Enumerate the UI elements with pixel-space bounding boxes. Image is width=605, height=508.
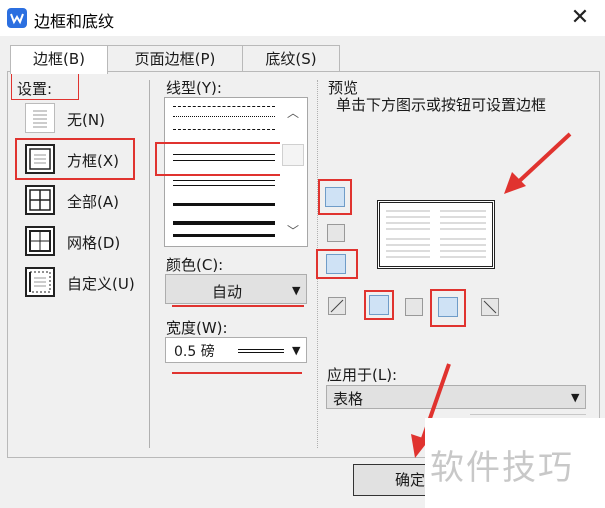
width-select[interactable]: 0.5 磅 ▼: [165, 337, 307, 363]
line-style-dot[interactable]: [173, 116, 275, 117]
setting-none-label: 无(N): [67, 111, 105, 129]
setting-grid-label: 网格(D): [67, 234, 121, 252]
divider: [149, 80, 150, 448]
scroll-thumb[interactable]: [282, 144, 304, 166]
setting-box[interactable]: [25, 144, 55, 174]
line-style-thick[interactable]: [173, 203, 275, 206]
setting-all[interactable]: [25, 185, 55, 215]
apply-to-label: 应用于(L):: [327, 366, 398, 384]
tab-shading[interactable]: 底纹(S): [242, 45, 340, 72]
setting-grid-icon: [25, 226, 55, 256]
style-scrollbar[interactable]: ︿ ﹀: [280, 98, 305, 244]
window-title: 边框和底纹: [34, 12, 115, 31]
color-value: 自动: [212, 283, 243, 301]
setting-box-label: 方框(X): [67, 152, 119, 170]
watermark-text: 软件技巧: [430, 448, 574, 488]
line-style-thicker[interactable]: [173, 221, 275, 225]
setting-custom-icon: [25, 267, 55, 297]
setting-label-highlight: [11, 72, 79, 100]
width-sample-line: [238, 349, 284, 353]
setting-grid[interactable]: [25, 226, 55, 256]
color-label: 颜色(C):: [166, 256, 224, 274]
chevron-down-icon: ▼: [292, 344, 301, 357]
left-border-button[interactable]: [369, 295, 389, 315]
setting-none-icon: [25, 103, 55, 133]
width-label: 宽度(W):: [166, 319, 228, 337]
line-style-dash-dot[interactable]: [173, 129, 275, 130]
line-style-thickest[interactable]: [173, 234, 275, 237]
line-style-dash[interactable]: [173, 106, 275, 107]
style-label: 线型(Y):: [166, 79, 222, 97]
close-icon[interactable]: ✕: [567, 5, 593, 31]
setting-none[interactable]: [25, 103, 55, 133]
width-underline-highlight: [172, 372, 302, 374]
setting-box-icon: [25, 144, 55, 174]
inside-horizontal-button[interactable]: [327, 224, 345, 242]
width-value: 0.5 磅: [174, 344, 215, 360]
preview-hint: 单击下方图示或按钮可设置边框: [336, 96, 547, 114]
scroll-down-icon[interactable]: ﹀: [287, 222, 299, 239]
line-style-thin-double[interactable]: [173, 180, 275, 186]
diagonal-down-button[interactable]: [481, 298, 499, 316]
inside-vertical-button[interactable]: [405, 298, 423, 316]
setting-custom[interactable]: [25, 267, 55, 297]
scroll-up-icon[interactable]: ︿: [287, 104, 299, 121]
diagonal-up-button[interactable]: [328, 297, 346, 315]
app-logo-icon: [7, 8, 27, 28]
bottom-border-button[interactable]: [326, 254, 346, 274]
setting-custom-label: 自定义(U): [67, 275, 135, 293]
tab-borders[interactable]: 边框(B): [10, 45, 108, 74]
right-border-button[interactable]: [438, 297, 458, 317]
color-select[interactable]: 自动 ▼: [165, 274, 307, 304]
apply-to-value: 表格: [333, 390, 364, 408]
chevron-down-icon: ▼: [292, 284, 301, 297]
style-highlight: [155, 142, 285, 176]
tab-page-borders[interactable]: 页面边框(P): [106, 45, 244, 72]
pointer-arrow-icon: [504, 132, 572, 194]
setting-all-label: 全部(A): [67, 193, 119, 211]
setting-all-icon: [25, 185, 55, 215]
chevron-down-icon: ▼: [571, 391, 580, 404]
color-underline-highlight: [172, 305, 304, 307]
top-border-button[interactable]: [325, 187, 345, 207]
preview-table[interactable]: [377, 200, 495, 269]
